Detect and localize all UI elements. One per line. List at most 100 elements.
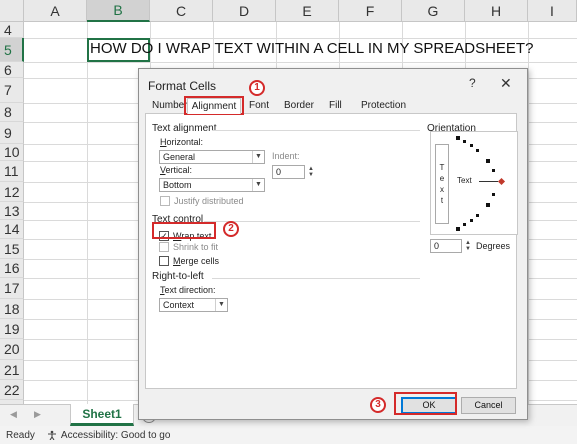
vertical-text-button[interactable]: T e x t — [435, 144, 449, 224]
orientation-panel[interactable]: T e x t Text — [430, 131, 518, 235]
vertical-dropdown[interactable]: Bottom ▼ — [159, 178, 265, 192]
tab-protection[interactable]: Protection — [361, 100, 406, 114]
accessibility-icon[interactable] — [47, 430, 57, 441]
help-button[interactable]: ? — [469, 76, 476, 90]
ok-button[interactable]: OK — [401, 397, 457, 414]
row-header-17[interactable]: 17 — [0, 278, 24, 299]
row-header-8[interactable]: 8 — [0, 103, 24, 122]
section-text-control: Text control — [152, 214, 204, 225]
section-divider — [212, 130, 420, 131]
justify-distributed-checkbox[interactable] — [160, 196, 170, 206]
prev-sheet-arrow-icon[interactable]: ◀ — [10, 409, 17, 420]
degrees-spinner[interactable]: 0 ▲ ▼ — [430, 239, 471, 253]
row-header-14[interactable]: 14 — [0, 220, 24, 239]
annotation-marker-1: 1 — [249, 80, 265, 96]
text-direction-label: Text direction: — [160, 285, 216, 295]
cell-b5-text: HOW DO I WRAP TEXT WITHIN A CELL IN MY S… — [90, 40, 534, 57]
orientation-dot[interactable] — [463, 140, 466, 143]
orientation-handle[interactable] — [497, 177, 506, 186]
chevron-down-icon[interactable]: ▼ — [252, 151, 264, 163]
row-header-10[interactable]: 10 — [0, 144, 24, 161]
column-header-f[interactable]: F — [339, 0, 402, 22]
column-header-c[interactable]: C — [150, 0, 213, 22]
tab-number[interactable]: Number — [152, 100, 188, 114]
row-header-4[interactable]: 4 — [0, 22, 24, 38]
row-header-11[interactable]: 11 — [0, 161, 24, 182]
spin-down-icon[interactable]: ▼ — [306, 172, 316, 178]
orientation-dot[interactable] — [486, 159, 490, 163]
shrink-to-fit-checkbox[interactable] — [159, 242, 169, 252]
spin-down-icon[interactable]: ▼ — [463, 246, 473, 252]
dialog-title: Format Cells — [148, 79, 217, 93]
vertical-text-letter: T — [439, 163, 445, 172]
indent-value: 0 — [276, 167, 282, 177]
orientation-needle — [479, 181, 498, 182]
gridline — [24, 62, 577, 63]
status-accessibility[interactable]: Accessibility: Good to go — [61, 430, 171, 441]
orientation-dot[interactable] — [486, 203, 490, 207]
gridline — [528, 22, 529, 404]
row-header-13[interactable]: 13 — [0, 202, 24, 220]
row-header-20[interactable]: 20 — [0, 339, 24, 360]
indent-spinner[interactable]: 0 ▲ ▼ — [272, 165, 314, 179]
vertical-text-letter: e — [439, 174, 445, 183]
column-header-e[interactable]: E — [276, 0, 339, 22]
orientation-dot[interactable] — [492, 193, 495, 196]
sheet-tab-sheet1[interactable]: Sheet1 — [70, 404, 134, 426]
tab-font[interactable]: Font — [249, 100, 269, 114]
row-header-6[interactable]: 6 — [0, 62, 24, 78]
row-header-16[interactable]: 16 — [0, 259, 24, 278]
alignment-tab-panel: Text alignment Horizontal: General ▼ Ind… — [145, 113, 518, 389]
row-header-18[interactable]: 18 — [0, 299, 24, 319]
degrees-label: Degrees — [476, 241, 511, 251]
chevron-down-icon[interactable]: ▼ — [215, 299, 227, 311]
annotation-marker-3: 3 — [370, 397, 386, 413]
orientation-dot[interactable] — [492, 169, 495, 172]
vertical-label: Vertical: — [160, 165, 193, 175]
select-all-corner[interactable] — [0, 0, 24, 22]
row-header-7[interactable]: 7 — [0, 78, 24, 103]
format-cells-dialog: Format Cells ? ✕ Number Alignment Font B… — [138, 68, 528, 420]
row-header-19[interactable]: 19 — [0, 319, 24, 339]
text-direction-value: Context — [163, 300, 195, 310]
column-header-g[interactable]: G — [402, 0, 465, 22]
row-header-22[interactable]: 22 — [0, 380, 24, 400]
column-header-d[interactable]: D — [213, 0, 276, 22]
cancel-button[interactable]: Cancel — [461, 397, 516, 414]
orientation-dot[interactable] — [456, 136, 460, 140]
gridline — [87, 22, 88, 404]
merge-cells-checkbox[interactable] — [159, 256, 169, 266]
orientation-dot[interactable] — [470, 219, 473, 222]
tab-alignment[interactable]: Alignment — [187, 98, 241, 114]
orientation-text-label: Text — [457, 176, 472, 185]
wrap-text-label: Wrap text — [173, 231, 212, 241]
wrap-text-checkbox[interactable]: ✓ — [159, 231, 169, 241]
column-header-b[interactable]: B — [87, 0, 150, 22]
section-divider — [212, 278, 420, 279]
column-header-i[interactable]: I — [528, 0, 577, 22]
column-header-a[interactable]: A — [24, 0, 87, 22]
horizontal-dropdown[interactable]: General ▼ — [159, 150, 265, 164]
row-header-9[interactable]: 9 — [0, 122, 24, 144]
tab-border[interactable]: Border — [284, 100, 314, 114]
row-header-5[interactable]: 5 — [0, 38, 24, 62]
orientation-dot[interactable] — [470, 144, 473, 147]
column-header-h[interactable]: H — [465, 0, 528, 22]
section-text-alignment: Text alignment — [152, 123, 217, 134]
section-divider — [204, 221, 420, 222]
close-icon[interactable]: ✕ — [500, 75, 512, 92]
row-header-12[interactable]: 12 — [0, 182, 24, 202]
orientation-dot[interactable] — [456, 227, 460, 231]
chevron-down-icon[interactable]: ▼ — [252, 179, 264, 191]
row-header-21[interactable]: 21 — [0, 360, 24, 380]
row-header-15[interactable]: 15 — [0, 239, 24, 259]
orientation-dot[interactable] — [476, 149, 479, 152]
orientation-dot[interactable] — [463, 223, 466, 226]
next-sheet-arrow-icon[interactable]: ▶ — [34, 409, 41, 420]
orientation-dot[interactable] — [476, 214, 479, 217]
tab-fill[interactable]: Fill — [329, 100, 342, 114]
vertical-text-letter: x — [440, 185, 444, 194]
annotation-marker-2: 2 — [223, 221, 239, 237]
vertical-text-letter: t — [440, 196, 444, 205]
text-direction-dropdown[interactable]: Context ▼ — [159, 298, 228, 312]
